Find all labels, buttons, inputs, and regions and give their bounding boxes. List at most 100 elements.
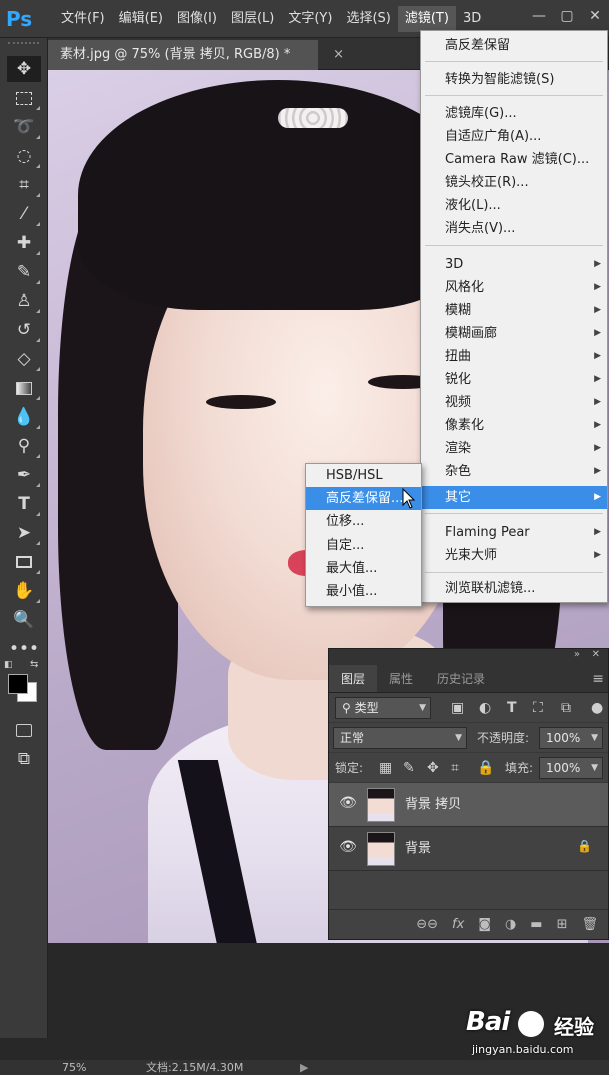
rectangle-tool-icon[interactable] xyxy=(7,549,41,575)
filter-menu-item[interactable]: 自适应广角(A)... xyxy=(421,125,607,148)
filter-menu-item[interactable]: Camera Raw 滤镜(C)... xyxy=(421,148,607,171)
restore-icon[interactable]: ▢ xyxy=(555,6,579,26)
close-panel-icon[interactable]: ✕ xyxy=(592,649,600,660)
minimize-icon[interactable]: — xyxy=(527,6,551,26)
clone-stamp-tool-icon[interactable]: ♙ xyxy=(7,288,41,314)
filter-submenu-flaming-pear[interactable]: Flaming Pear ▶ xyxy=(421,521,607,544)
filter-submenu-noise[interactable]: 杂色 ▶ xyxy=(421,460,607,483)
default-colors-icon[interactable]: ◧ xyxy=(4,660,13,670)
zoom-level[interactable]: 75% xyxy=(62,1060,86,1075)
add-mask-icon[interactable]: ◙ xyxy=(478,917,491,932)
brush-tool-icon[interactable]: ✎ xyxy=(7,259,41,285)
filter-submenu-3d[interactable]: 3D ▶ xyxy=(421,253,607,276)
quick-selection-tool-icon[interactable]: ◌ xyxy=(7,143,41,169)
healing-brush-tool-icon[interactable]: ✚ xyxy=(7,230,41,256)
layer-row[interactable]: 👁 背景 拷贝 xyxy=(329,783,608,827)
collapse-panel-icon[interactable]: » xyxy=(574,649,580,660)
filter-type-icon[interactable]: T xyxy=(507,693,517,723)
status-menu-arrow-icon[interactable]: ▶ xyxy=(300,1060,308,1075)
layer-name[interactable]: 背景 拷贝 xyxy=(405,783,461,827)
menu-file[interactable]: 文件(F) xyxy=(54,6,112,32)
dodge-tool-icon[interactable]: ⚲ xyxy=(7,433,41,459)
eraser-tool-icon[interactable]: ◇ xyxy=(7,346,41,372)
filter-pixel-icon[interactable]: ▣ xyxy=(451,693,464,723)
delete-layer-icon[interactable]: 🗑 xyxy=(581,917,598,932)
submenu-item[interactable]: 最大值... xyxy=(306,557,421,580)
gradient-tool-icon[interactable] xyxy=(7,375,41,401)
menu-type[interactable]: 文字(Y) xyxy=(281,6,339,32)
zoom-tool-icon[interactable]: 🔍 xyxy=(7,607,41,633)
filter-submenu-video[interactable]: 视频 ▶ xyxy=(421,391,607,414)
link-layers-icon[interactable]: ⊖⊖ xyxy=(416,917,438,932)
foreground-color-swatch[interactable] xyxy=(8,674,28,694)
filter-smart-object-icon[interactable]: ⧉ xyxy=(561,693,571,723)
eyedropper-tool-icon[interactable]: ⁄ xyxy=(7,201,41,227)
lock-transparent-pixels-icon[interactable]: ▦ xyxy=(379,753,392,783)
new-adjustment-layer-icon[interactable]: ◑ xyxy=(505,917,516,932)
tab-close-icon[interactable]: × xyxy=(333,40,344,70)
lock-position-icon[interactable]: ✥ xyxy=(427,753,439,783)
lock-image-pixels-icon[interactable]: ✎ xyxy=(403,753,415,783)
menu-filter[interactable]: 滤镜(T) xyxy=(397,5,456,32)
panel-menu-icon[interactable]: ≡ xyxy=(592,671,604,687)
screen-mode-icon[interactable]: ⧉ xyxy=(7,746,41,772)
blend-mode-select[interactable]: 正常 ▼ xyxy=(333,727,467,749)
submenu-item[interactable]: HSB/HSL xyxy=(306,464,421,487)
swap-colors-icon[interactable]: ⇆ xyxy=(30,659,38,670)
filter-submenu-light-master[interactable]: 光束大师 ▶ xyxy=(421,544,607,567)
filter-menu-item[interactable]: 转换为智能滤镜(S) xyxy=(421,68,607,91)
hand-tool-icon[interactable]: ✋ xyxy=(7,578,41,604)
filter-submenu-stylize[interactable]: 风格化 ▶ xyxy=(421,276,607,299)
opacity-input[interactable]: 100% ▼ xyxy=(539,727,603,749)
blur-tool-icon[interactable]: 💧 xyxy=(7,404,41,430)
type-tool-icon[interactable]: T xyxy=(7,491,41,517)
new-group-icon[interactable]: ▬ xyxy=(530,917,542,932)
document-tab[interactable]: 素材.jpg @ 75% (背景 拷贝, RGB/8) * × xyxy=(48,40,344,70)
filter-adjustment-icon[interactable]: ◐ xyxy=(479,693,491,723)
layer-name[interactable]: 背景 xyxy=(405,827,431,871)
submenu-item[interactable]: 位移... xyxy=(306,510,421,533)
filter-menu-item[interactable]: 高反差保留 xyxy=(421,34,607,57)
menu-image[interactable]: 图像(I) xyxy=(170,6,224,32)
filter-submenu-render[interactable]: 渲染 ▶ xyxy=(421,437,607,460)
menu-3d[interactable]: 3D xyxy=(456,6,488,32)
filter-menu-item[interactable]: 滤镜库(G)... xyxy=(421,102,607,125)
visibility-eye-icon[interactable]: 👁 xyxy=(337,839,359,859)
filter-submenu-sharpen[interactable]: 锐化 ▶ xyxy=(421,368,607,391)
fill-input[interactable]: 100% ▼ xyxy=(539,757,603,779)
filter-submenu-blur[interactable]: 模糊 ▶ xyxy=(421,299,607,322)
visibility-eye-icon[interactable]: 👁 xyxy=(337,795,359,815)
filter-submenu-blur-gallery[interactable]: 模糊画廊 ▶ xyxy=(421,322,607,345)
lock-artboard-icon[interactable]: ⌗ xyxy=(451,753,459,783)
close-icon[interactable]: ✕ xyxy=(583,6,607,26)
layer-filter-kind-select[interactable]: ⚲ 类型 ▼ xyxy=(335,697,431,719)
filter-menu-item[interactable]: 液化(L)... xyxy=(421,194,607,217)
filter-menu-item[interactable]: 浏览联机滤镜... xyxy=(421,577,607,600)
marquee-tool-icon[interactable] xyxy=(7,85,41,111)
filter-toggle-icon[interactable]: ● xyxy=(591,693,603,723)
layer-row[interactable]: 👁 背景 🔒 xyxy=(329,827,608,871)
submenu-item[interactable]: 最小值... xyxy=(306,580,421,603)
quick-mask-icon[interactable] xyxy=(7,717,41,743)
path-selection-tool-icon[interactable]: ➤ xyxy=(7,520,41,546)
submenu-item[interactable]: 自定... xyxy=(306,534,421,557)
layer-style-icon[interactable]: fx xyxy=(452,917,464,932)
pen-tool-icon[interactable]: ✒ xyxy=(7,462,41,488)
history-brush-tool-icon[interactable]: ↺ xyxy=(7,317,41,343)
menu-select[interactable]: 选择(S) xyxy=(339,6,397,32)
tab-properties[interactable]: 属性 xyxy=(377,665,425,692)
filter-shape-icon[interactable]: ⛶ xyxy=(533,693,543,723)
filter-menu-item[interactable]: 消失点(V)... xyxy=(421,217,607,240)
move-tool-icon[interactable]: ✥ xyxy=(7,56,41,82)
lock-all-icon[interactable]: 🔒 xyxy=(477,753,494,783)
crop-tool-icon[interactable]: ⌗ xyxy=(7,172,41,198)
filter-submenu-other[interactable]: 其它 ▶ xyxy=(421,486,607,509)
tab-layers[interactable]: 图层 xyxy=(329,665,378,692)
filter-submenu-pixelate[interactable]: 像素化 ▶ xyxy=(421,414,607,437)
filter-menu-item[interactable]: 镜头校正(R)... xyxy=(421,171,607,194)
menu-layer[interactable]: 图层(L) xyxy=(224,6,281,32)
new-layer-icon[interactable]: ⊞ xyxy=(557,917,568,932)
filter-submenu-distort[interactable]: 扭曲 ▶ xyxy=(421,345,607,368)
lasso-tool-icon[interactable]: ➰ xyxy=(7,114,41,140)
menu-edit[interactable]: 编辑(E) xyxy=(112,6,170,32)
